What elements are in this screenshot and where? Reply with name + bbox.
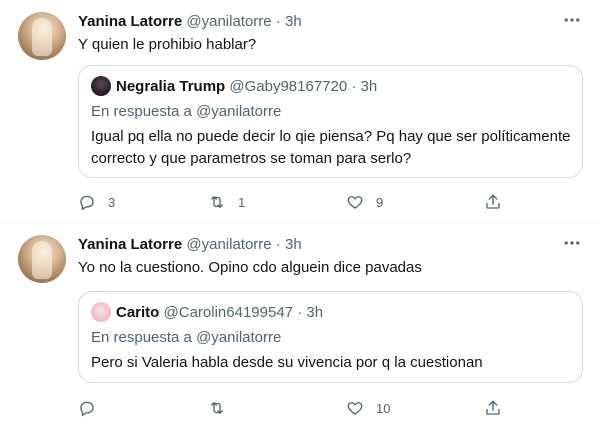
like-count: 10 — [376, 400, 391, 416]
quote-text: Igual pq ella no puede decir lo qie pien… — [91, 128, 571, 167]
like-button[interactable]: 10 — [346, 397, 390, 419]
quoted-tweet[interactable]: Negralia Trump @Gaby98167720 · 3h En res… — [78, 65, 583, 178]
quote-timestamp: 3h — [306, 304, 324, 321]
share-button[interactable] — [484, 191, 502, 213]
tweet-header: Yanina Latorre @yanilatorre · 3h — [78, 12, 302, 32]
retweet-icon — [211, 196, 223, 208]
quote-text: Pero si Valeria habla desde su vivencia … — [91, 354, 483, 371]
reply-count: 3 — [108, 194, 116, 210]
share-button[interactable] — [484, 397, 502, 419]
retweet-count: 1 — [238, 194, 246, 210]
reply-prefix: En respuesta a — [91, 329, 192, 346]
separator: · — [275, 13, 281, 30]
quote-timestamp: 3h — [360, 78, 378, 95]
heart-icon — [347, 402, 363, 415]
tweet-text: Yo no la cuestiono. Opino cdo alguein di… — [78, 259, 422, 276]
reply-button[interactable] — [78, 397, 108, 419]
quote-author-name: Carito — [116, 304, 160, 321]
retweet-icon — [211, 402, 223, 414]
timestamp[interactable]: 3h — [285, 13, 302, 30]
tweet-header: Yanina Latorre @yanilatorre · 3h — [78, 235, 302, 255]
avatar[interactable] — [18, 12, 66, 60]
quote-avatar — [91, 302, 111, 322]
quote-header: Carito @Carolin64199547 · 3h — [91, 302, 323, 323]
quote-author-handle: @Carolin64199547 — [163, 304, 294, 321]
separator: · — [275, 236, 281, 253]
timestamp[interactable]: 3h — [285, 236, 302, 253]
quoted-tweet[interactable]: Carito @Carolin64199547 · 3h En respuest… — [78, 291, 583, 383]
separator: · — [297, 304, 303, 321]
like-button[interactable]: 9 — [346, 191, 383, 213]
reply-icon — [80, 195, 94, 211]
tweet[interactable]: Yanina Latorre @yanilatorre · 3h Yo no l… — [0, 223, 600, 427]
tweet[interactable]: Yanina Latorre @yanilatorre · 3h Y quien… — [0, 0, 600, 223]
reply-prefix: En respuesta a — [91, 103, 192, 120]
separator: · — [351, 78, 357, 95]
reply-context: En respuesta a @yanilatorre — [91, 328, 281, 348]
quote-header: Negralia Trump @Gaby98167720 · 3h — [91, 76, 377, 97]
author-name[interactable]: Yanina Latorre — [78, 236, 182, 253]
retweet-button[interactable] — [208, 397, 238, 419]
like-count: 9 — [376, 194, 384, 210]
heart-icon — [347, 196, 363, 209]
author-handle[interactable]: @yanilatorre — [186, 236, 271, 253]
share-icon — [486, 194, 500, 209]
author-name[interactable]: Yanina Latorre — [78, 13, 182, 30]
tweet-actions: 10 — [78, 397, 508, 419]
more-icon[interactable] — [562, 10, 582, 30]
tweet-text: Y quien le prohibio hablar? — [78, 36, 257, 53]
more-icon[interactable] — [562, 233, 582, 253]
quote-author-handle: @Gaby98167720 — [229, 78, 348, 95]
reply-icon — [80, 401, 94, 417]
quote-author-name: Negralia Trump — [116, 78, 226, 95]
quote-avatar — [91, 76, 111, 96]
reply-context: En respuesta a @yanilatorre — [91, 102, 281, 122]
reply-mention: @yanilatorre — [196, 329, 282, 346]
avatar[interactable] — [18, 235, 66, 283]
reply-mention: @yanilatorre — [196, 103, 282, 120]
author-handle[interactable]: @yanilatorre — [186, 13, 271, 30]
retweet-button[interactable]: 1 — [208, 191, 245, 213]
share-icon — [486, 400, 500, 415]
tweet-actions: 3 1 9 — [78, 191, 508, 213]
reply-button[interactable]: 3 — [78, 191, 115, 213]
